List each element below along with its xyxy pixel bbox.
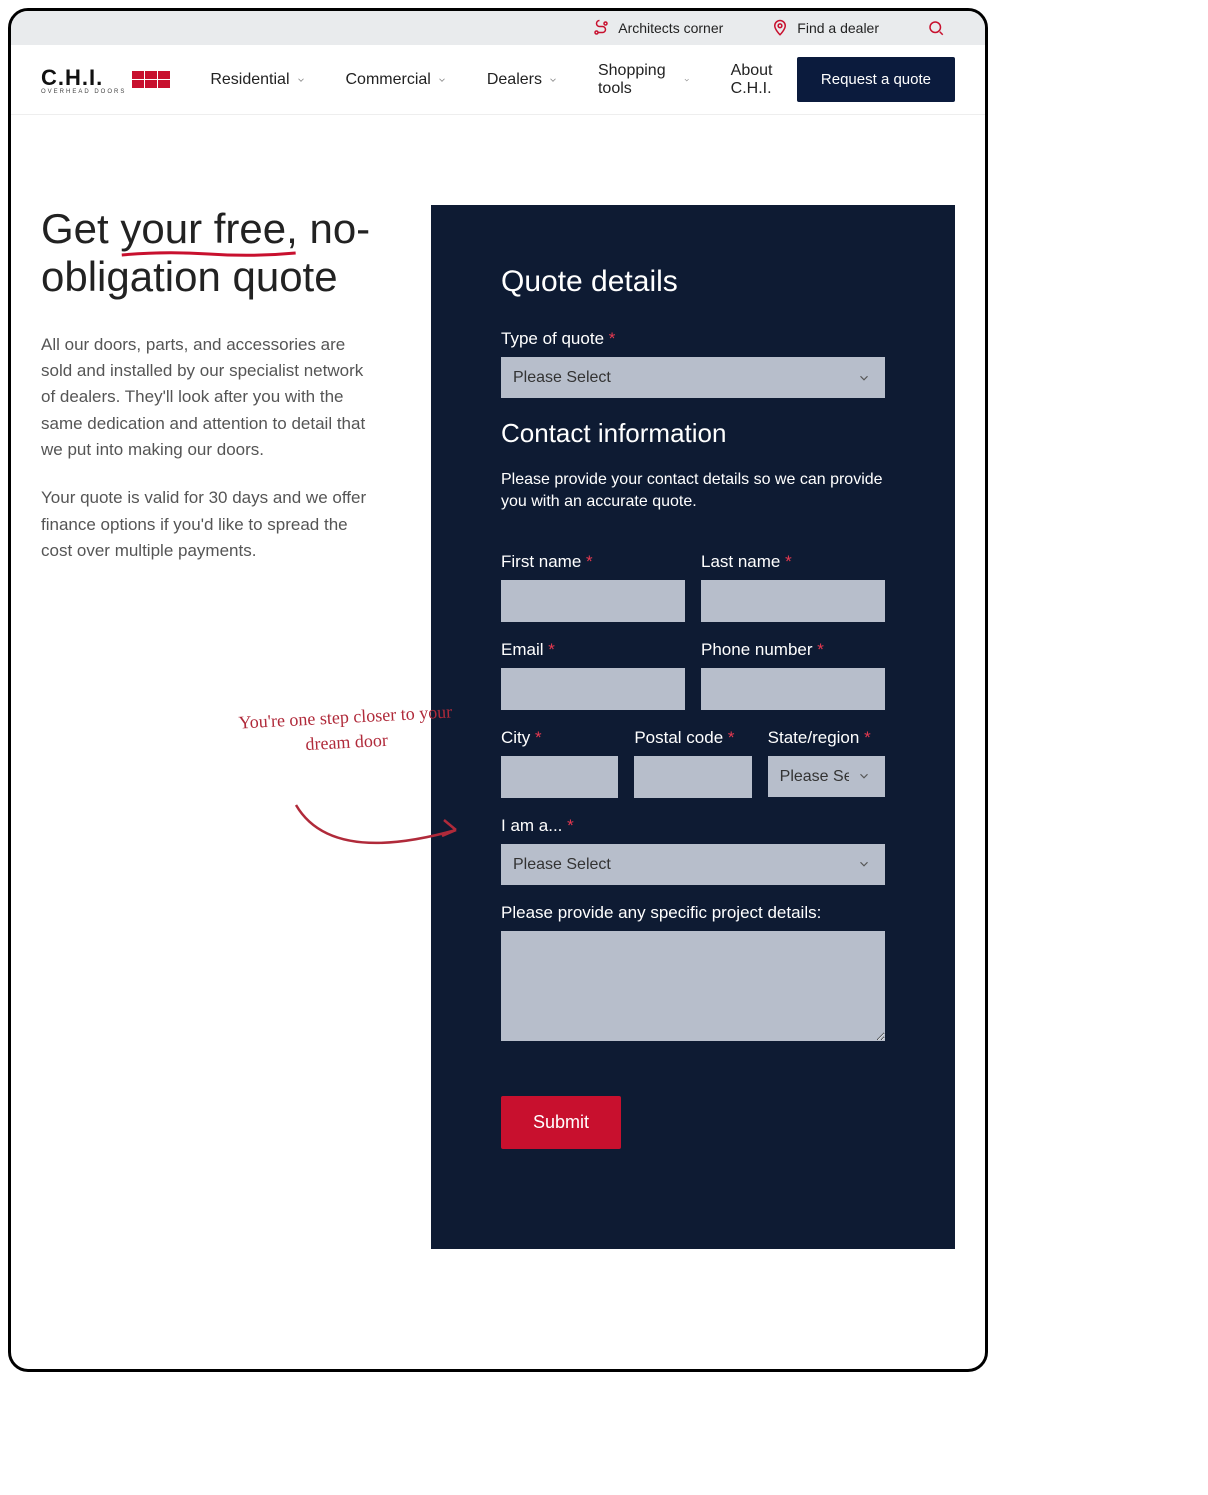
chevron-down-icon [548,75,558,85]
label-postal: Postal code * [634,728,751,748]
nav-residential-label: Residential [210,71,289,89]
search-icon [927,19,945,37]
required-asterisk: * [567,816,574,835]
label-last-text: Last name [701,552,780,571]
logo-squares-icon [132,71,170,88]
project-details-textarea[interactable] [501,931,885,1041]
architects-corner-link[interactable]: Architects corner [592,19,723,37]
nav-shopping-tools[interactable]: Shopping tools [598,62,691,98]
nav-dealers-label: Dealers [487,71,542,89]
required-asterisk: * [548,640,555,659]
label-city-text: City [501,728,530,747]
label-city: City * [501,728,618,748]
required-asterisk: * [728,728,735,747]
page-title-pre: Get [41,205,120,252]
last-name-input[interactable] [701,580,885,622]
form-section-title-quote: Quote details [501,265,885,299]
label-type-text: Type of quote [501,329,604,348]
label-project-details: Please provide any specific project deta… [501,903,885,923]
chevron-down-icon [296,75,306,85]
email-input[interactable] [501,668,685,710]
nav-residential[interactable]: Residential [210,71,305,89]
logo-text: C.H.I. [41,65,103,90]
label-type-of-quote: Type of quote * [501,329,885,349]
quote-form: Quote details Type of quote * Please Sel… [431,205,955,1249]
architects-corner-label: Architects corner [618,20,723,36]
route-icon [592,19,610,37]
label-first-text: First name [501,552,581,571]
location-pin-icon [771,19,789,37]
label-email-text: Email [501,640,544,659]
label-iam-text: I am a... [501,816,562,835]
label-phone: Phone number * [701,640,885,660]
logo-subtext: OVERHEAD DOORS [41,89,126,95]
required-asterisk: * [864,728,871,747]
page-title: Get your free, no-obligation quote [41,205,371,302]
nav-commercial[interactable]: Commercial [346,71,447,89]
state-select[interactable]: Please Se [768,756,885,797]
label-state-text: State/region [768,728,860,747]
chevron-down-icon [683,75,690,85]
label-i-am-a: I am a... * [501,816,885,836]
decorative-dots [8,1229,201,1372]
chevron-down-icon [437,75,447,85]
label-state: State/region * [768,728,885,748]
label-email: Email * [501,640,685,660]
nav-about[interactable]: About C.H.I. [731,62,797,98]
city-input[interactable] [501,756,618,798]
nav-shopping-label: Shopping tools [598,62,677,98]
request-quote-button[interactable]: Request a quote [797,57,955,102]
navbar: C.H.I. OVERHEAD DOORS Residential Commer… [11,45,985,115]
underline-scribble-icon [120,249,297,259]
postal-input[interactable] [634,756,751,798]
type-of-quote-select[interactable]: Please Select [501,357,885,398]
logo[interactable]: C.H.I. OVERHEAD DOORS [41,65,170,95]
hero-paragraph-2: Your quote is valid for 30 days and we o… [41,485,371,564]
required-asterisk: * [817,640,824,659]
nav-commercial-label: Commercial [346,71,431,89]
main-content: Get your free, no-obligation quote All o… [11,115,985,1369]
required-asterisk: * [785,552,792,571]
page-title-underline: your free, [120,205,297,252]
nav-dealers[interactable]: Dealers [487,71,558,89]
label-phone-text: Phone number [701,640,813,659]
first-name-input[interactable] [501,580,685,622]
search-button[interactable] [927,19,945,37]
submit-button[interactable]: Submit [501,1096,621,1149]
arrow-scribble-icon [291,785,471,865]
topbar: Architects corner Find a dealer [11,11,985,45]
form-section-title-contact: Contact information [501,418,885,449]
phone-input[interactable] [701,668,885,710]
nav-about-label: About C.H.I. [731,62,797,98]
hero-paragraph-1: All our doors, parts, and accessories ar… [41,332,371,464]
label-first-name: First name * [501,552,685,572]
form-contact-intro: Please provide your contact details so w… [501,469,885,514]
label-last-name: Last name * [701,552,885,572]
required-asterisk: * [535,728,542,747]
required-asterisk: * [609,329,616,348]
find-dealer-link[interactable]: Find a dealer [771,19,879,37]
label-postal-text: Postal code [634,728,723,747]
i-am-a-select[interactable]: Please Select [501,844,885,885]
find-dealer-label: Find a dealer [797,20,879,36]
required-asterisk: * [586,552,593,571]
